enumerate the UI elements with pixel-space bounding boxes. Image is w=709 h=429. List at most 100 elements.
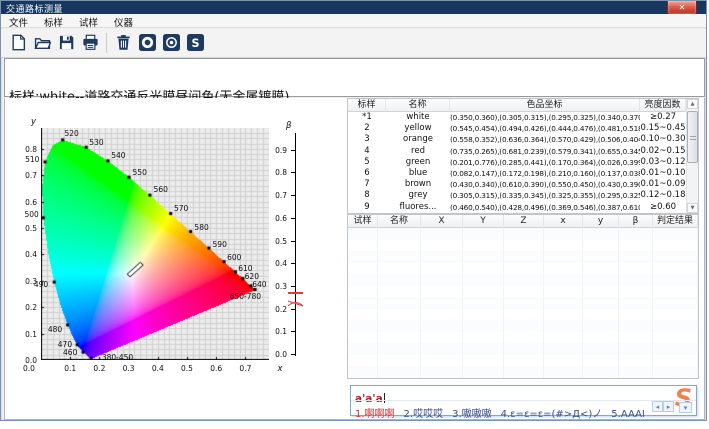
standards-cell: ≥0.27 <box>640 112 686 123</box>
samples-empty-row[interactable] <box>348 355 698 367</box>
save-button[interactable] <box>55 32 77 54</box>
samples-empty-cell <box>348 332 378 344</box>
y-axis-tick-label: 0.1 <box>11 330 37 339</box>
samples-empty-cell <box>504 309 544 321</box>
samples-empty-row[interactable] <box>348 286 698 298</box>
samples-empty-row[interactable] <box>348 297 698 309</box>
samples-empty-cell <box>348 240 378 252</box>
standards-table-row[interactable]: 3orange(0.558,0.352),(0.636,0.364),(0.57… <box>348 134 698 145</box>
scroll-down-icon[interactable]: ▼ <box>687 203 698 213</box>
standards-header-cell[interactable]: 名称 <box>386 99 450 112</box>
titlebar[interactable]: 交通路标测量 ✕ <box>1 1 706 14</box>
standards-table-row[interactable]: 6blue(0.082,0.147),(0.172,0.198),(0.210,… <box>348 168 698 179</box>
samples-empty-row[interactable] <box>348 263 698 275</box>
ime-page-left-icon[interactable]: ◂ <box>652 401 663 412</box>
samples-empty-cell <box>619 332 653 344</box>
wavelength-label: 590 <box>213 240 227 249</box>
samples-header-cell[interactable]: Y <box>463 215 504 228</box>
standards-cell: 2 <box>348 123 386 134</box>
menu-item-instrument[interactable]: 仪器 <box>106 14 141 30</box>
samples-header-cell[interactable]: y <box>583 215 619 228</box>
samples-header-cell[interactable]: X <box>421 215 463 228</box>
samples-empty-row[interactable] <box>348 332 698 344</box>
samples-empty-cell <box>544 297 583 309</box>
samples-empty-cell <box>378 286 421 298</box>
x-axis-tick-label: 0.1 <box>64 364 76 373</box>
standards-cell: (0.305,0.315),(0.335,0.345),(0.325,0.355… <box>450 190 640 201</box>
standards-cell: grey <box>386 190 450 201</box>
samples-empty-row[interactable] <box>348 366 698 378</box>
menu-item-file[interactable]: 文件 <box>1 14 36 30</box>
samples-header-cell[interactable]: Z <box>504 215 544 228</box>
samples-header-cell[interactable]: 试样 <box>348 215 378 228</box>
samples-header-cell[interactable]: x <box>544 215 583 228</box>
samples-empty-cell <box>619 286 653 298</box>
samples-header-cell[interactable]: β <box>619 215 653 228</box>
standards-table-row[interactable]: *1white(0.350,0.360),(0.305,0.315),(0.29… <box>348 112 698 123</box>
beta-marker-squiggle <box>287 293 304 312</box>
samples-empty-cell <box>583 263 619 275</box>
standards-cell: (0.558,0.352),(0.636,0.364),(0.570,0.429… <box>450 134 640 145</box>
standards-cell: 9 <box>348 202 386 213</box>
ime-candidate[interactable]: 5.AAAI <box>611 409 645 420</box>
scroll-up-icon[interactable]: ▲ <box>687 99 698 109</box>
menu-item-standard[interactable]: 标样 <box>36 14 71 30</box>
standards-header-cell[interactable]: 色品坐标 <box>450 99 640 112</box>
samples-empty-row[interactable] <box>348 320 698 332</box>
standards-table-row[interactable]: 4red(0.735,0.265),(0.681,0.239),(0.579,0… <box>348 146 698 157</box>
measure-ring-button[interactable] <box>136 32 158 54</box>
s-badge-button[interactable]: S <box>184 32 206 54</box>
delete-button[interactable] <box>112 32 134 54</box>
samples-empty-row[interactable] <box>348 343 698 355</box>
standards-header-cell[interactable]: 亮度因数 <box>640 99 686 112</box>
ime-dropdown-icon[interactable]: ▾ <box>679 402 692 413</box>
ime-candidate[interactable]: 2.哎哎哎 <box>404 409 444 420</box>
close-button[interactable]: ✕ <box>667 1 697 15</box>
samples-empty-row[interactable] <box>348 274 698 286</box>
standards-table-row[interactable]: 9fluores...(0.460,0.540),(0.428,0.496),(… <box>348 202 698 213</box>
samples-table-header: 试样名称XYZxyβ判定结果 <box>348 215 698 228</box>
open-folder-button[interactable] <box>31 32 53 54</box>
samples-header-cell[interactable]: 判定结果 <box>653 215 698 228</box>
print-button[interactable] <box>79 32 101 54</box>
samples-empty-cell <box>463 297 504 309</box>
standards-table-row[interactable]: 8grey(0.305,0.315),(0.335,0.345),(0.325,… <box>348 190 698 201</box>
samples-header-cell[interactable]: 名称 <box>378 215 421 228</box>
samples-empty-row[interactable] <box>348 228 698 240</box>
standards-table-row[interactable]: 2yellow(0.545,0.454),(0.494,0.426),(0.44… <box>348 123 698 134</box>
standards-cell: yellow <box>386 123 450 134</box>
menu-item-sample[interactable]: 试样 <box>71 14 106 30</box>
samples-empty-row[interactable] <box>348 309 698 321</box>
samples-table: 试样名称XYZxyβ判定结果 <box>347 214 699 379</box>
menu-bar: 文件标样试样仪器 <box>1 14 706 28</box>
toolbar: S <box>1 29 706 58</box>
ime-candidate[interactable]: 4.ε=ε=ε=(#>Д<)ノ <box>501 409 603 420</box>
samples-empty-cell <box>653 343 698 355</box>
samples-empty-cell <box>421 297 463 309</box>
samples-empty-cell <box>421 355 463 367</box>
standards-table-row[interactable]: 7brown(0.430,0.340),(0.610,0.390),(0.550… <box>348 179 698 190</box>
ime-page-right-icon[interactable]: ▸ <box>663 401 674 412</box>
measure-target-button[interactable] <box>160 32 182 54</box>
wavelength-label: 550 <box>133 168 147 177</box>
standards-cell: ≥0.60 <box>640 202 686 213</box>
standards-header-cell[interactable]: 标样 <box>348 99 386 112</box>
samples-empty-cell <box>653 309 698 321</box>
samples-empty-cell <box>463 274 504 286</box>
ime-candidate[interactable]: 1.啊啊啊 <box>355 409 395 420</box>
samples-empty-cell <box>463 332 504 344</box>
samples-empty-cell <box>544 251 583 263</box>
standards-table-scrollbar[interactable]: ▲ ▼ <box>686 99 698 213</box>
standards-cell: 0.15~0.45 <box>640 123 686 134</box>
x-axis-label: x <box>278 364 283 374</box>
scrollbar-thumb[interactable] <box>687 111 698 163</box>
ime-pager: ◂▸ <box>652 394 674 413</box>
samples-empty-cell <box>653 240 698 252</box>
samples-empty-row[interactable] <box>348 251 698 263</box>
standards-table-row[interactable]: 5green(0.201,0.776),(0.285,0.441),(0.170… <box>348 157 698 168</box>
samples-empty-row[interactable] <box>348 240 698 252</box>
new-file-button[interactable] <box>7 32 29 54</box>
samples-empty-cell <box>504 274 544 286</box>
ime-candidate[interactable]: 3.嗷嗷嗷 <box>452 409 492 420</box>
samples-empty-cell <box>583 355 619 367</box>
